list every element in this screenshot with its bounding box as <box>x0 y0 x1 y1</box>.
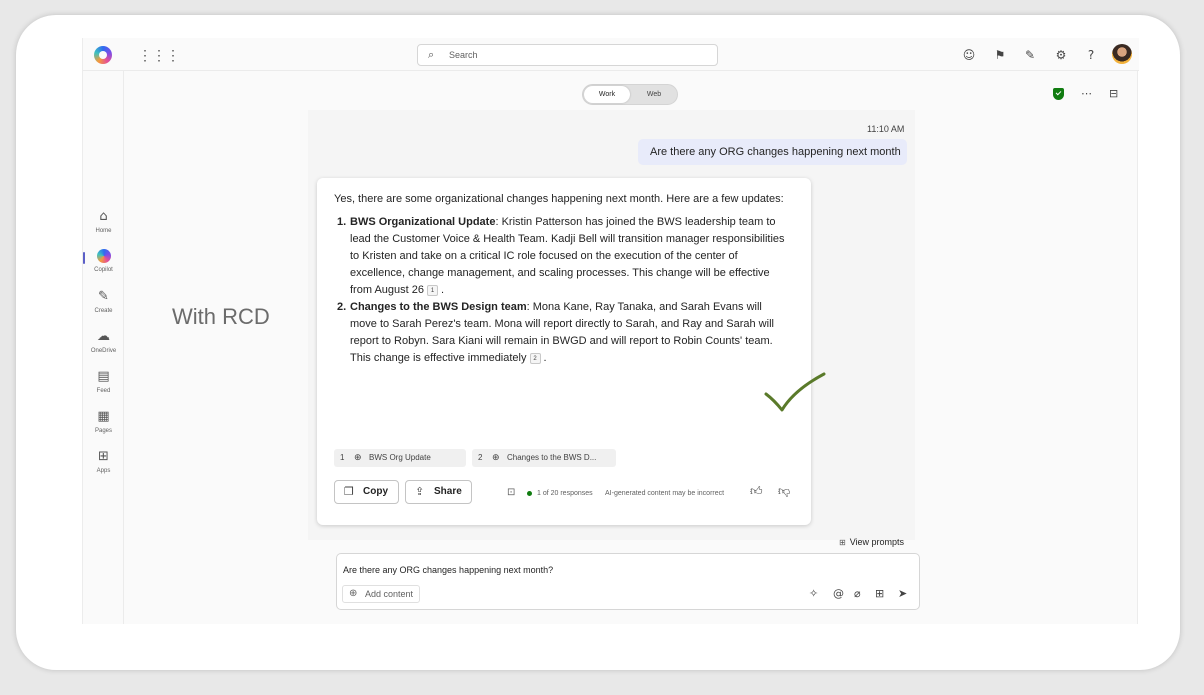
item-number: 2. <box>337 301 347 313</box>
attach-icon[interactable]: ⌀ <box>854 587 861 600</box>
view-prompts-button[interactable]: ⊞ View prompts <box>839 537 904 547</box>
mention-icon[interactable]: @ <box>833 587 844 600</box>
copy-icon: ❐ <box>344 485 354 498</box>
reference-title: BWS Org Update <box>369 453 431 462</box>
rail-item-label: Pages <box>94 428 112 434</box>
globe-icon: ⊕ <box>354 453 362 463</box>
reference-number: 1 <box>340 453 345 462</box>
reference-chip[interactable]: 1 ⊕ BWS Org Update <box>334 449 466 467</box>
search-placeholder: Search <box>449 50 478 60</box>
app-launcher-icon[interactable]: ⋮⋮⋮ <box>138 47 180 63</box>
response-intro: Yes, there are some organizational chang… <box>334 193 784 205</box>
rail-item-label: OneDrive <box>90 348 117 354</box>
response-count: 1 of 20 responses <box>537 490 593 497</box>
sensitivity-icon[interactable]: ⊡ <box>507 487 515 498</box>
copilot-response-card: Yes, there are some organizational chang… <box>317 178 826 525</box>
rail-item-create[interactable]: ✎ Create <box>83 289 124 323</box>
rail-item-label: Copilot <box>94 267 113 273</box>
add-icon: ⊕ <box>349 588 358 599</box>
search-box[interactable]: ⌕ Search <box>417 44 718 66</box>
toggle-work[interactable]: Work <box>584 86 630 103</box>
help-icon[interactable]: ? <box>1083 47 1099 63</box>
response-list-item: 2. Changes to the BWS Design team: Mona … <box>337 299 787 367</box>
search-icon: ⌕ <box>428 48 435 61</box>
ai-disclaimer: AI-generated content may be incorrect <box>605 490 725 497</box>
side-panel-icon[interactable]: ⊟ <box>1109 87 1118 100</box>
copilot-icon <box>96 249 111 263</box>
home-icon: ⌂ <box>99 209 108 224</box>
share-icon: ⇪ <box>415 485 425 498</box>
prompts-icon: ⊞ <box>839 538 846 547</box>
item-number: 1. <box>337 216 347 228</box>
item-text: : Kristin Patterson has joined the BWS l… <box>350 216 785 296</box>
rail-item-onedrive[interactable]: ☁ OneDrive <box>83 329 124 363</box>
item-heading: BWS Organizational Update <box>350 216 496 228</box>
smiley-icon[interactable]: ☺ <box>961 47 977 63</box>
pages-icon: ▦ <box>97 409 110 424</box>
m365-logo-icon[interactable] <box>94 46 112 64</box>
status-dot <box>527 491 532 496</box>
message-composer[interactable]: Are there any ORG changes happening next… <box>336 553 920 610</box>
wand-icon[interactable]: ✧ <box>809 587 818 600</box>
rail-item-label: Create <box>94 308 113 314</box>
rail-item-copilot[interactable]: Copilot <box>83 249 124 283</box>
send-icon[interactable]: ➤ <box>898 587 907 600</box>
top-bar: ⋮⋮⋮ ⌕ Search ☺ ⚑ ✎ ⚙ ? <box>83 38 1139 71</box>
overlay-label: With RCD <box>172 304 270 329</box>
copy-label: Copy <box>363 486 388 497</box>
copy-button[interactable]: ❐ Copy <box>334 480 399 504</box>
citation-marker[interactable]: 1 <box>427 284 438 296</box>
message-timestamp: 11:10 AM <box>867 124 905 134</box>
composer-input[interactable]: Are there any ORG changes happening next… <box>343 565 553 575</box>
thumbs-up-icon[interactable]: 👍︎ <box>750 484 763 499</box>
response-list-item: 1. BWS Organizational Update: Kristin Pa… <box>337 214 787 299</box>
active-rail-indicator <box>83 252 85 264</box>
rail-item-home[interactable]: ⌂ Home <box>83 209 124 243</box>
more-options-icon[interactable]: ⋯ <box>1081 87 1092 100</box>
item-punct: . <box>441 284 445 296</box>
item-heading: Changes to the BWS Design team <box>350 301 527 313</box>
user-avatar[interactable] <box>1112 44 1132 64</box>
settings-gear-icon[interactable]: ⚙ <box>1053 47 1069 63</box>
rail-item-feed[interactable]: ▤ Feed <box>83 369 124 403</box>
item-punct: . <box>543 352 547 364</box>
reference-number: 2 <box>478 453 483 462</box>
rail-item-label: Home <box>95 228 112 234</box>
reference-chip[interactable]: 2 ⊕ Changes to the BWS D... <box>472 449 616 467</box>
user-message: Are there any ORG changes happening next… <box>638 139 907 165</box>
flag-icon[interactable]: ⚑ <box>992 47 1008 63</box>
rail-item-label: Feed <box>96 388 111 394</box>
rail-item-label: Apps <box>96 468 111 474</box>
add-content-label: Add content <box>365 589 414 599</box>
add-content-button[interactable]: ⊕ Add content <box>342 585 420 603</box>
work-web-toggle[interactable]: Work Web <box>582 84 678 105</box>
apps-icon: ⊞ <box>98 449 109 464</box>
rail-item-apps[interactable]: ⊞ Apps <box>83 449 124 483</box>
cloud-icon: ☁ <box>97 329 110 344</box>
share-button[interactable]: ⇪ Share <box>405 480 472 504</box>
citation-marker[interactable]: 2 <box>529 352 541 364</box>
copilot-app-window: ⋮⋮⋮ ⌕ Search ☺ ⚑ ✎ ⚙ ? ⌂ Home Copilot ✎ … <box>82 38 1139 624</box>
apps-grid-icon[interactable]: ⊞ <box>875 587 884 600</box>
notes-icon[interactable]: ✎ <box>1022 47 1038 63</box>
toggle-web[interactable]: Web <box>631 86 677 103</box>
feed-icon: ▤ <box>97 369 110 384</box>
pencil-icon: ✎ <box>98 289 109 304</box>
left-nav-rail: ⌂ Home Copilot ✎ Create ☁ OneDrive ▤ Fee… <box>83 71 124 624</box>
checkmark-icon <box>764 372 826 412</box>
share-label: Share <box>434 486 462 497</box>
globe-icon: ⊕ <box>492 453 500 463</box>
protected-shield-icon[interactable] <box>1053 88 1064 100</box>
thumbs-down-icon[interactable]: 👎︎ <box>778 484 790 499</box>
view-prompts-label: View prompts <box>849 537 905 547</box>
rail-item-pages[interactable]: ▦ Pages <box>83 409 124 443</box>
reference-title: Changes to the BWS D... <box>507 453 597 462</box>
